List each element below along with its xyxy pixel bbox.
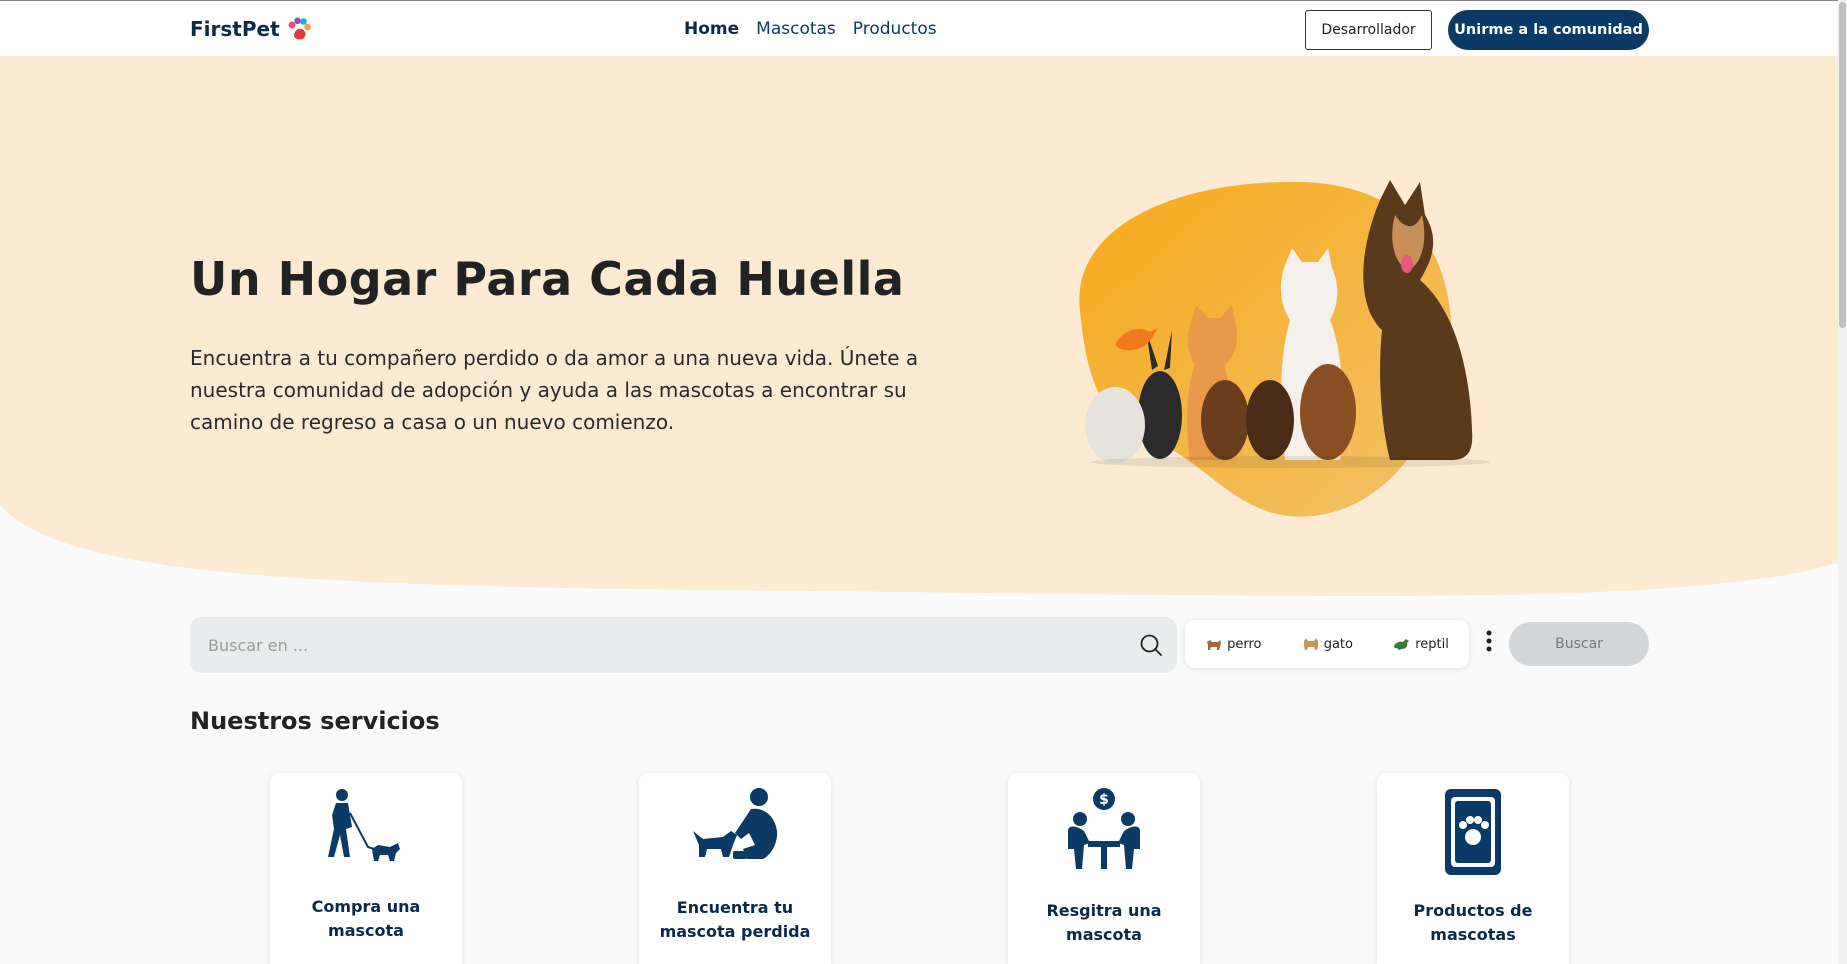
developer-button[interactable]: Desarrollador xyxy=(1305,10,1432,50)
service-card-lost[interactable]: Encuentra tu mascota perdida xyxy=(639,773,831,964)
filter-label: reptil xyxy=(1415,636,1449,652)
filter-label: gato xyxy=(1323,636,1353,652)
service-label: Encuentra tu mascota perdida xyxy=(659,898,811,941)
search-input[interactable] xyxy=(208,617,1108,673)
filter-label: perro xyxy=(1227,636,1262,652)
filter-gato[interactable]: gato xyxy=(1302,637,1353,652)
search-button[interactable]: Buscar xyxy=(1509,622,1649,666)
top-navigation-bar: FirstPet Home Mascotas Productos Desarro… xyxy=(0,0,1847,56)
brand-logo[interactable]: FirstPet xyxy=(190,17,312,41)
scrollbar-thumb[interactable] xyxy=(1839,2,1846,328)
more-options-icon[interactable] xyxy=(1483,628,1495,654)
service-card-products[interactable]: Productos de mascotas xyxy=(1377,773,1569,964)
adoption-meeting-icon: $ xyxy=(1068,788,1140,869)
cat-icon xyxy=(1303,638,1318,650)
pet-food-bag-icon xyxy=(1445,789,1501,875)
dog-icon xyxy=(1207,640,1222,650)
person-feeding-dog-icon xyxy=(693,788,778,859)
service-label: Productos de mascotas xyxy=(1413,901,1533,944)
service-card-buy[interactable]: Compra una mascota xyxy=(270,773,462,964)
svg-text:$: $ xyxy=(1099,792,1109,808)
nav-mascotas[interactable]: Mascotas xyxy=(756,19,836,39)
join-community-button[interactable]: Unirme a la comunidad xyxy=(1448,10,1649,50)
services-title: Nuestros servicios xyxy=(190,707,440,735)
filter-reptil[interactable]: reptil xyxy=(1393,637,1449,652)
nav-home[interactable]: Home xyxy=(684,19,739,39)
main-nav: Home Mascotas Productos xyxy=(684,19,937,39)
page-scrollbar[interactable] xyxy=(1838,0,1847,964)
category-filters: perro gato reptil xyxy=(1185,620,1469,668)
paw-icon xyxy=(288,17,311,40)
hero-title: Un Hogar Para Cada Huella xyxy=(190,252,905,306)
service-card-register[interactable]: $ Resgitra una mascota xyxy=(1008,773,1200,964)
reptile-icon xyxy=(1394,639,1410,650)
search-bar xyxy=(190,617,1177,673)
brand-name: FirstPet xyxy=(190,17,280,41)
filter-perro[interactable]: perro xyxy=(1205,636,1262,652)
hero-description: Encuentra a tu compañero perdido o da am… xyxy=(190,346,919,434)
service-label: Resgitra una mascota xyxy=(1046,901,1162,944)
pets-group-illustration xyxy=(1079,180,1490,517)
person-walking-dog-icon xyxy=(328,789,400,861)
nav-productos[interactable]: Productos xyxy=(853,19,937,39)
service-label: Compra una mascota xyxy=(311,897,421,940)
search-icon[interactable] xyxy=(1139,633,1163,657)
